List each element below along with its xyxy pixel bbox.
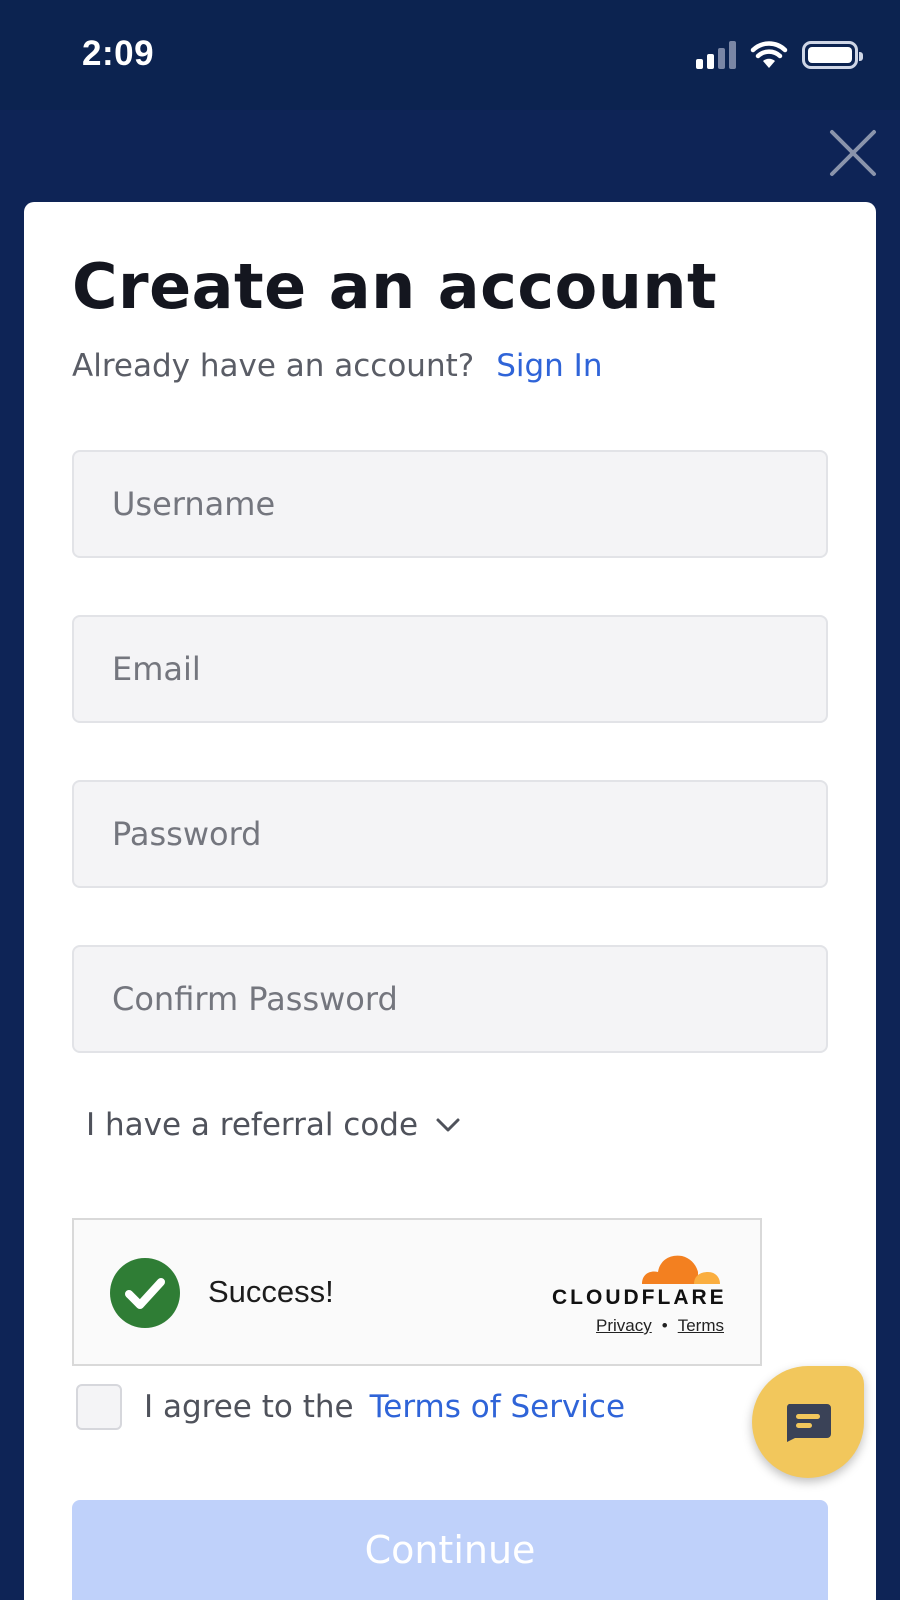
referral-label: I have a referral code (86, 1107, 419, 1143)
status-icons (696, 40, 863, 70)
confirm-password-field[interactable] (72, 945, 828, 1053)
agree-row: I agree to the Terms of Service (76, 1384, 625, 1430)
cloudflare-logo: CLOUDFLARE (552, 1246, 724, 1310)
cloudflare-wordmark: CLOUDFLARE (552, 1286, 727, 1309)
terms-link[interactable]: Terms (678, 1316, 724, 1336)
success-check-icon (110, 1258, 180, 1328)
agree-checkbox[interactable] (76, 1384, 122, 1430)
close-button[interactable] (828, 128, 878, 178)
password-input[interactable] (112, 815, 788, 853)
confirm-password-input[interactable] (112, 980, 788, 1018)
close-icon (830, 130, 876, 176)
terms-of-service-link[interactable]: Terms of Service (370, 1389, 625, 1425)
cellular-signal-icon (696, 41, 736, 69)
link-separator: • (661, 1316, 668, 1335)
status-bar: 2:09 (0, 0, 900, 110)
captcha-links: Privacy • Terms (596, 1316, 724, 1336)
continue-button[interactable]: Continue (72, 1500, 828, 1600)
signup-card: Create an account Already have an accoun… (24, 202, 876, 1600)
captcha-widget: Success! CLOUDFLARE Privacy • Terms (72, 1218, 762, 1366)
chevron-down-icon (436, 1118, 460, 1132)
page-title: Create an account (72, 250, 718, 323)
agree-text: I agree to the (144, 1389, 354, 1425)
battery-icon (802, 41, 863, 69)
referral-code-toggle[interactable]: I have a referral code (86, 1107, 462, 1143)
email-input[interactable] (112, 650, 788, 688)
captcha-status: Success! (208, 1274, 334, 1309)
signin-row: Already have an account? Sign In (72, 348, 602, 384)
username-field[interactable] (72, 450, 828, 558)
password-field[interactable] (72, 780, 828, 888)
signin-link[interactable]: Sign In (496, 348, 602, 384)
username-input[interactable] (112, 485, 788, 523)
status-time: 2:09 (82, 34, 155, 73)
chat-button[interactable] (752, 1366, 864, 1478)
signin-prompt: Already have an account? (72, 348, 475, 384)
chat-bubble-icon (786, 1404, 831, 1442)
email-field[interactable] (72, 615, 828, 723)
privacy-link[interactable]: Privacy (596, 1316, 652, 1336)
cloudflare-cloud-icon (642, 1255, 720, 1284)
wifi-icon (750, 41, 788, 68)
